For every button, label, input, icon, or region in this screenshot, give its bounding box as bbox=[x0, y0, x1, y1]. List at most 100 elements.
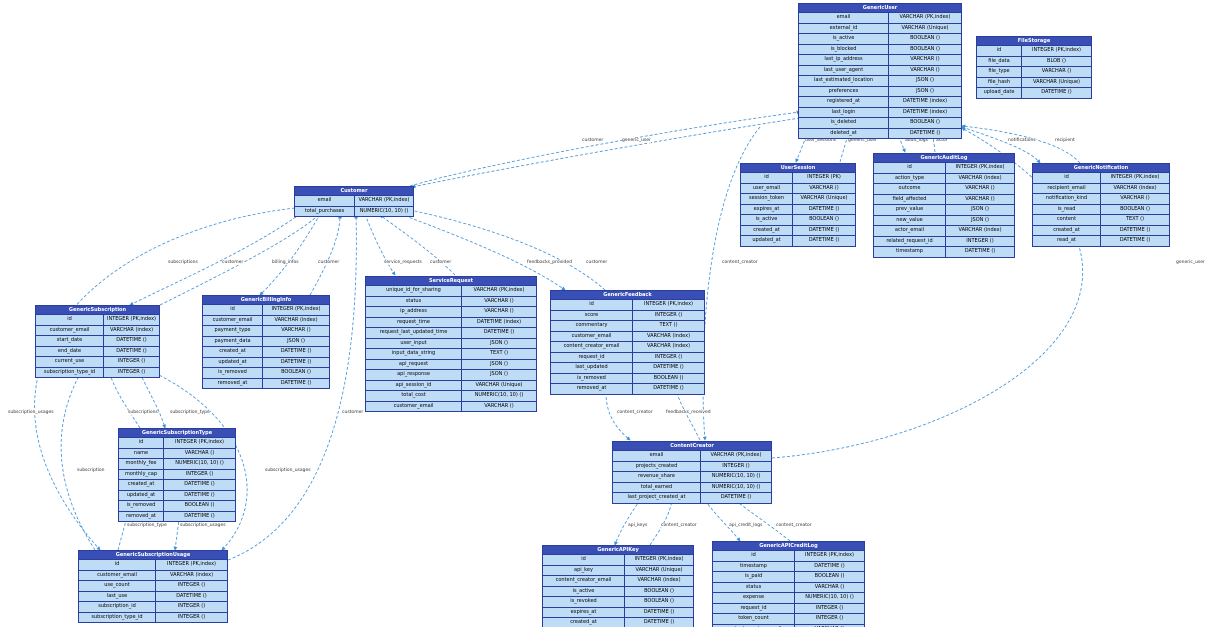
field-type: DATETIME () bbox=[483, 329, 515, 335]
field-type: INTEGER () bbox=[815, 604, 844, 611]
entity-genericnotification[interactable]: GenericNotification id INTEGER (PK,index) r… bbox=[1032, 163, 1170, 247]
field-name: id bbox=[543, 555, 625, 565]
field-row: upload_date DATETIME () bbox=[977, 87, 1091, 98]
entity-title: GenericUser bbox=[799, 4, 961, 12]
field-type: INTEGER (PK,index) bbox=[1032, 47, 1081, 53]
edge-usage-subscription bbox=[60, 373, 96, 551]
entity-servicerequest[interactable]: ServiceRequest unique_id_for_sharing VARCH… bbox=[365, 276, 537, 412]
entity-genericbillinginfo[interactable]: GenericBillingInfo id INTEGER (PK,index) cu… bbox=[202, 295, 330, 389]
field-name: email bbox=[799, 13, 889, 23]
entity-genericauditlog[interactable]: GenericAuditLog id INTEGER (PK,index) actio… bbox=[873, 153, 1015, 258]
entity-genericuser[interactable]: GenericUser email VARCHAR (PK,index) extern… bbox=[798, 3, 962, 139]
field-row: ip_address VARCHAR () bbox=[366, 306, 536, 317]
field-row: request_last_updated_time DATETIME () bbox=[366, 327, 536, 338]
field-row: content_creator_email VARCHAR (index) bbox=[543, 575, 693, 586]
field-type: JSON () bbox=[916, 87, 934, 94]
entity-usersession[interactable]: UserSession id INTEGER (PK) user_email VARCH… bbox=[740, 163, 856, 247]
field-row: status VARCHAR () bbox=[713, 581, 864, 592]
relationship-label: generic_user bbox=[622, 138, 651, 143]
entity-title: GenericNotification bbox=[1033, 164, 1169, 172]
entity-genericapikey[interactable]: GenericAPIKey id INTEGER (PK,index) api_key… bbox=[542, 545, 694, 627]
field-name: api_response bbox=[366, 370, 462, 380]
field-type: BOOLEAN () bbox=[910, 119, 940, 125]
entity-genericfeedback[interactable]: GenericFeedback id INTEGER (PK,index) score… bbox=[550, 290, 705, 395]
field-row: deleted_at DATETIME () bbox=[799, 127, 961, 138]
field-row: expires_at DATETIME () bbox=[543, 606, 693, 617]
field-type: DATETIME () bbox=[653, 364, 684, 370]
field-name: removed_at bbox=[203, 378, 263, 388]
field-row: file_data BLOB () bbox=[977, 55, 1091, 66]
field-name: monthly_cap bbox=[119, 469, 164, 479]
field-row: id INTEGER (PK,index) bbox=[543, 554, 693, 565]
field-row: updated_at DATETIME () bbox=[741, 235, 855, 246]
field-type: VARCHAR (PK,index) bbox=[710, 452, 762, 458]
entity-title: GenericAPIKey bbox=[543, 546, 693, 554]
field-type: DATETIME () bbox=[116, 347, 147, 354]
field-row: updated_at DATETIME () bbox=[119, 489, 235, 500]
field-row: projects_created INTEGER () bbox=[613, 460, 771, 471]
entity-filestorage[interactable]: FileStorage id INTEGER (PK,index) file_data… bbox=[976, 36, 1092, 99]
entity-genericsubscriptiontype[interactable]: GenericSubscriptionType id INTEGER (PK,ind… bbox=[118, 428, 236, 522]
field-type: INTEGER (PK,index) bbox=[1110, 174, 1160, 180]
field-name: is_removed bbox=[203, 368, 263, 378]
field-row: score INTEGER () bbox=[551, 309, 704, 320]
entity-genericsubscription[interactable]: GenericSubscription id INTEGER (PK,index) c… bbox=[35, 305, 160, 378]
field-type: DATETIME () bbox=[808, 226, 840, 233]
field-name: payment_type bbox=[203, 326, 263, 336]
field-name: prev_value bbox=[874, 205, 946, 215]
field-type: VARCHAR () bbox=[814, 583, 845, 590]
field-row: customer_email VARCHAR (index) bbox=[79, 569, 227, 580]
field-row: api_session_id VARCHAR (Unique) bbox=[366, 379, 536, 390]
field-type: JSON () bbox=[971, 216, 989, 223]
field-name: preferences bbox=[799, 86, 889, 96]
entity-customer[interactable]: Customer email VARCHAR (PK,index) total_pur… bbox=[294, 186, 414, 217]
field-name: is_active bbox=[741, 215, 793, 225]
field-name: deleted_at bbox=[799, 128, 889, 138]
field-type: DATETIME () bbox=[280, 379, 312, 386]
field-row: last_updated DATETIME () bbox=[551, 362, 704, 373]
relationship-label: api_credit_logs bbox=[729, 523, 763, 528]
field-type: DATETIME () bbox=[280, 348, 312, 354]
field-row: new_value JSON () bbox=[874, 214, 1014, 225]
entity-genericsubscriptionusage[interactable]: GenericSubscriptionUsage id INTEGER (PK,in… bbox=[78, 550, 228, 623]
field-type: INTEGER (PK,index) bbox=[805, 552, 854, 558]
field-name: action_type bbox=[874, 173, 946, 183]
field-row: email VARCHAR (PK,index) bbox=[799, 12, 961, 23]
field-type: DATETIME () bbox=[176, 592, 207, 599]
field-name: is_revoked bbox=[543, 597, 625, 607]
field-name: expires_at bbox=[741, 204, 793, 214]
field-type: DATETIME () bbox=[280, 358, 312, 365]
field-row: last_ip_address VARCHAR () bbox=[799, 54, 961, 65]
field-type: VARCHAR (index) bbox=[646, 343, 691, 349]
field-name: removed_at bbox=[551, 384, 633, 394]
field-type: INTEGER () bbox=[117, 368, 146, 375]
field-type: BOOLEAN () bbox=[184, 502, 215, 508]
relationship-label: service_requests bbox=[384, 260, 422, 265]
field-type: NUMERIC(10, 10) () bbox=[474, 392, 524, 398]
relationship-label: subscriptions bbox=[128, 410, 158, 415]
entity-title: GenericAPICreditLog bbox=[713, 542, 864, 550]
field-type: TEXT () bbox=[489, 350, 509, 356]
field-row: total_purchases NUMERIC(10, 10) () bbox=[295, 205, 413, 216]
field-name: id bbox=[203, 305, 263, 315]
edge-subtype-subscription bbox=[109, 373, 141, 429]
field-row: content TEXT () bbox=[1033, 214, 1169, 225]
field-row: revenue_share NUMERIC(10, 10) () bbox=[613, 471, 771, 482]
entity-title: GenericBillingInfo bbox=[203, 296, 329, 304]
field-row: created_at DATETIME () bbox=[543, 617, 693, 627]
field-name: outcome bbox=[874, 184, 946, 194]
field-type: VARCHAR () bbox=[484, 402, 514, 409]
entity-genericapicreditlog[interactable]: GenericAPICreditLog id INTEGER (PK,index) t… bbox=[712, 541, 865, 627]
field-row: preferences JSON () bbox=[799, 85, 961, 96]
field-row: is_paid BOOLEAN () bbox=[713, 571, 864, 582]
field-name: last_updated bbox=[551, 363, 633, 373]
edge-cc-creditlog bbox=[704, 499, 741, 542]
field-type: INTEGER (PK,index) bbox=[107, 316, 156, 322]
field-name: last_ip_address bbox=[799, 55, 889, 65]
field-type: INTEGER (PK,index) bbox=[271, 306, 321, 312]
field-row: recipient_email VARCHAR (index) bbox=[1033, 182, 1169, 193]
field-type: NUMERIC(10, 10) () bbox=[359, 207, 409, 214]
field-name: last_login bbox=[799, 107, 889, 117]
field-type: VARCHAR (index) bbox=[109, 326, 154, 333]
entity-contentcreator[interactable]: ContentCreator email VARCHAR (PK,index) pro… bbox=[612, 441, 772, 504]
